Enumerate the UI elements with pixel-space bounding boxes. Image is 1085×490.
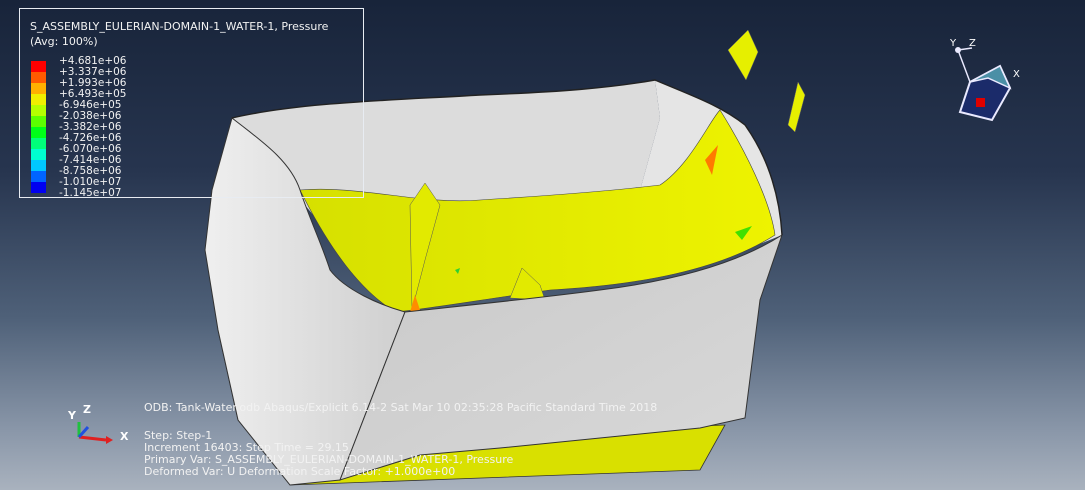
x-axis-arrow [78,435,107,442]
legend-swatch [31,160,46,171]
legend-value: -1.145e+07 [59,187,122,199]
deformed-var-line: Deformed Var: U Deformation Scale Factor… [144,465,456,478]
model-viewport[interactable]: S_ASSEMBLY_EULERIAN-DOMAIN-1_WATER-1, Pr… [0,0,1085,490]
legend-swatch [31,171,46,182]
triad-z-label: Z [83,403,91,416]
legend-swatch [31,138,46,149]
legend-swatch [31,61,46,72]
view-cube-center [976,98,985,107]
legend-swatch [31,116,46,127]
triad-x-label: X [120,430,129,443]
cube-y-label: Y [950,38,957,49]
legend-averaging: (Avg: 100%) [30,35,98,48]
axis-triad [77,422,113,444]
legend-title: S_ASSEMBLY_EULERIAN-DOMAIN-1_WATER-1, Pr… [30,20,329,33]
triad-y-label: Y [68,409,76,422]
legend-swatch [31,94,46,105]
legend-swatch [31,149,46,160]
odb-line: ODB: Tank-Water.odb Abaqus/Explicit 6.14… [144,401,658,414]
cube-x-label: X [1013,69,1020,80]
water-droplet [787,81,806,133]
legend-swatch [31,105,46,116]
contour-legend[interactable]: S_ASSEMBLY_EULERIAN-DOMAIN-1_WATER-1, Pr… [19,8,364,199]
legend-swatch [31,182,46,193]
water-droplet [727,29,759,81]
legend-swatch [31,83,46,94]
cube-z-label: Z [969,38,976,49]
legend-swatch [31,127,46,138]
view-cube[interactable] [948,38,1028,128]
legend-swatch [31,72,46,83]
